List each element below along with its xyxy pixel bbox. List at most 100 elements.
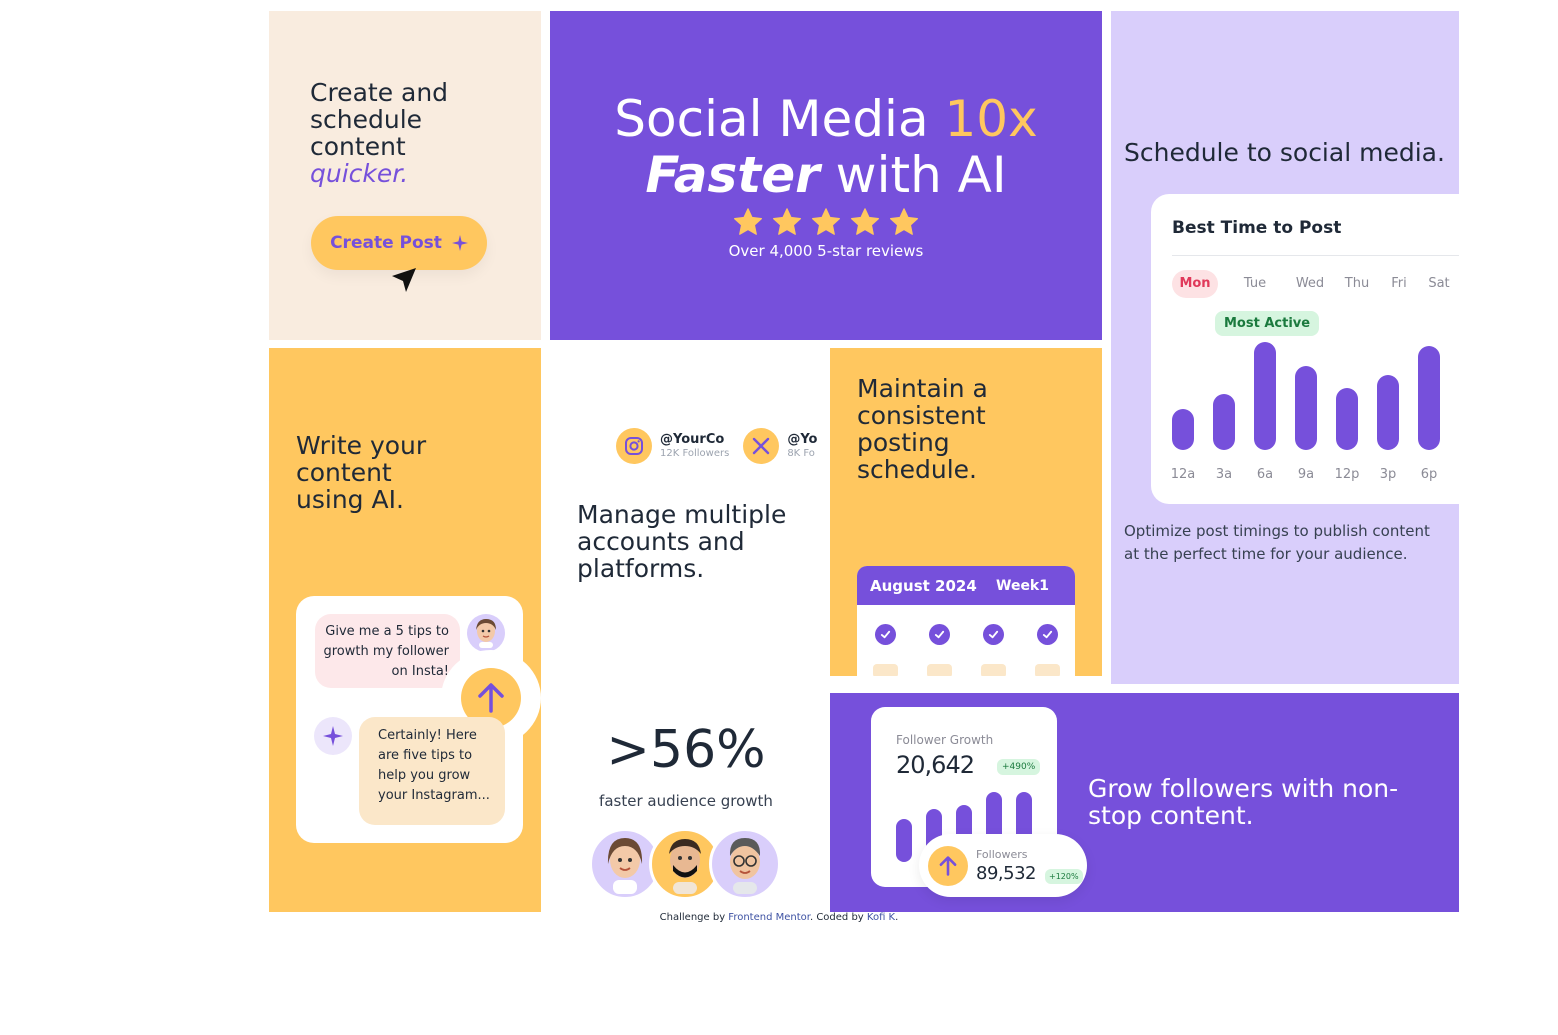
calendar-widget: August 2024 Week1	[857, 566, 1075, 676]
most-active-badge: Most Active	[1215, 311, 1320, 336]
user-avatar	[467, 614, 505, 652]
ai-avatar	[314, 717, 352, 755]
arrow-up-icon	[478, 683, 504, 713]
create-card: Create and schedule content quicker. Cre…	[269, 11, 541, 340]
followers-change: +120%	[1045, 869, 1083, 884]
write-card: Write your content using AI. Give me a 5…	[269, 348, 541, 912]
avatar-group	[589, 828, 785, 900]
check-icon	[875, 624, 896, 645]
follower-growth-value: 20,642	[896, 751, 975, 779]
star-icon	[773, 208, 801, 235]
star-icon	[734, 208, 762, 235]
day-tabs: MonTueWedThuFriSatS	[1172, 270, 1459, 298]
hero-title-italic: Faster	[645, 146, 820, 204]
attribution-prefix: Challenge by	[659, 912, 729, 923]
activity-bar	[1213, 394, 1235, 450]
calendar-cell	[927, 664, 952, 676]
account-chip[interactable]: @YourCo 12K Followers	[616, 428, 729, 464]
calendar-month: August 2024	[870, 576, 977, 595]
day-tab-tue[interactable]: Tue	[1224, 270, 1286, 298]
account-followers: 8K Fo	[787, 448, 815, 459]
hour-labels: 12a 3a 6a 9a 12p 3p 6p	[1171, 467, 1459, 483]
account-handle: @YourCo	[660, 432, 725, 447]
divider	[1172, 255, 1459, 256]
calendar-header: August 2024 Week1	[857, 566, 1075, 605]
hour-label: 3a	[1215, 467, 1233, 482]
hour-label: 3p	[1379, 467, 1397, 482]
arrow-up-icon	[939, 856, 957, 876]
day-tab-sat[interactable]: Sat	[1418, 270, 1459, 298]
avatar-face-icon	[669, 839, 701, 894]
day-tab-thu[interactable]: Thu	[1334, 270, 1380, 298]
followers-up-badge	[928, 846, 968, 886]
activity-bar	[1254, 342, 1276, 450]
hero-title-line2: with AI	[819, 146, 1007, 204]
hero-card: Social Media 10x Faster with AI Over 4,0…	[550, 11, 1102, 340]
day-tab-fri[interactable]: Fri	[1380, 270, 1418, 298]
create-post-button[interactable]: Create Post	[311, 216, 487, 270]
maintain-card: Maintain a consistent posting schedule. …	[830, 348, 1102, 676]
followers-label: Followers	[976, 848, 1028, 861]
star-icon	[812, 208, 840, 235]
instagram-icon	[616, 428, 652, 464]
day-tab-wed[interactable]: Wed	[1286, 270, 1334, 298]
grow-card: Follower Growth 20,642 +490% Followers 8…	[830, 693, 1459, 912]
activity-bars	[1172, 340, 1459, 450]
calendar-checks	[875, 624, 1058, 645]
write-title: Write your content using AI.	[296, 431, 427, 514]
schedule-title: Schedule to social media.	[1124, 138, 1445, 167]
create-title-text: Create and schedule content	[310, 78, 449, 161]
frontend-mentor-link[interactable]: Frontend Mentor	[728, 912, 810, 923]
hero-title-accent: 10x	[944, 90, 1038, 148]
hour-label: 6a	[1256, 467, 1274, 482]
star-icon	[851, 208, 879, 235]
rating-stars	[550, 207, 1102, 237]
follower-growth-label: Follower Growth	[896, 733, 994, 747]
avatar-face-icon	[476, 619, 496, 648]
calendar-cell	[873, 664, 898, 676]
growth-stat: >56%	[606, 720, 766, 780]
star-icon	[890, 208, 918, 235]
manage-card: @YourCo 12K Followers @Yo 8K Fo Manage mult…	[550, 348, 822, 912]
manage-title: Manage multiple accounts and platforms.	[577, 500, 787, 583]
create-title: Create and schedule content quicker.	[310, 79, 480, 187]
hour-label: 12a	[1170, 467, 1196, 482]
avatar-face-icon	[729, 838, 761, 894]
ai-message: Certainly! Here are five tips to help yo…	[359, 717, 505, 825]
hero-title: Social Media 10x Faster with AI	[550, 91, 1102, 203]
sparkle-icon	[323, 726, 343, 746]
activity-bar	[1418, 346, 1440, 450]
author-link[interactable]: Kofi K	[867, 912, 895, 923]
create-post-label: Create Post	[330, 233, 442, 253]
activity-bar	[1295, 366, 1317, 450]
best-time-title: Best Time to Post	[1172, 218, 1342, 238]
attribution-suffix: .	[895, 912, 899, 923]
account-chips: @YourCo 12K Followers @Yo 8K Fo	[606, 420, 822, 472]
hour-label: 9a	[1297, 467, 1315, 482]
account-followers: 12K Followers	[660, 448, 730, 459]
day-tab-mon[interactable]: Mon	[1172, 270, 1218, 298]
hour-label: 6p	[1420, 467, 1438, 482]
schedule-description: Optimize post timings to publish content…	[1124, 522, 1430, 563]
attribution-middle: . Coded by	[809, 912, 867, 923]
account-chip[interactable]: @Yo 8K Fo	[743, 428, 817, 464]
check-icon	[1037, 624, 1058, 645]
ai-chat-panel: Give me a 5 tips to growth my follower o…	[296, 596, 541, 843]
x-icon	[743, 428, 780, 464]
grow-title: Grow followers with non-stop content.	[1088, 774, 1399, 830]
hour-label: 12p	[1334, 467, 1360, 482]
activity-bar	[1377, 375, 1399, 450]
calendar-week: Week1	[996, 577, 1049, 594]
calendar-next-row	[873, 664, 1060, 676]
calendar-cell	[1035, 664, 1060, 676]
attribution-footer: Challenge by Frontend Mentor. Coded by K…	[0, 912, 1558, 923]
schedule-card: Schedule to social media. Best Time to P…	[1111, 11, 1459, 684]
avatar	[709, 828, 781, 900]
calendar-cell	[981, 664, 1006, 676]
user-message: Give me a 5 tips to growth my follower o…	[315, 614, 460, 688]
maintain-title: Maintain a consistent posting schedule.	[857, 374, 988, 484]
avatar-face-icon	[607, 838, 643, 894]
activity-bar	[1172, 409, 1194, 450]
check-icon	[929, 624, 950, 645]
hero-title-line1: Social Media	[614, 90, 945, 148]
